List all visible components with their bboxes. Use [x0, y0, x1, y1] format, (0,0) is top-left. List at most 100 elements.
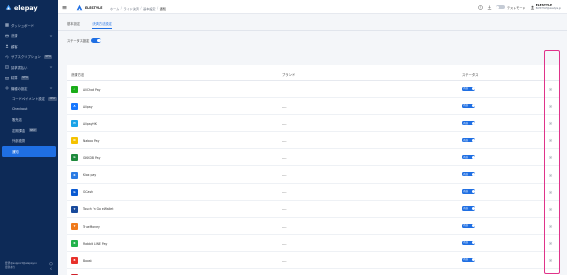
payment-method-name: AlipayHK [83, 121, 97, 126]
chevron-down-icon [49, 87, 53, 89]
gear-icon[interactable] [548, 241, 553, 246]
status-toggle[interactable]: 有効 [462, 86, 476, 91]
gear-icon[interactable] [548, 87, 553, 92]
sidebar-subitem-2[interactable]: 販売店 [0, 115, 58, 126]
payment-brand: ---- [282, 104, 287, 109]
collapse-icon[interactable] [49, 267, 53, 271]
table-row: B Boost ---- 有効 [67, 252, 560, 270]
status-toggle[interactable]: 有効 [462, 240, 476, 245]
status-switch[interactable] [469, 206, 476, 211]
payment-method-name: TrueMoney [83, 224, 100, 229]
breadcrumb-settings[interactable]: 基本設定 [143, 6, 155, 11]
status-toggle[interactable]: 有効 [462, 223, 476, 228]
user-email: ELESTYLE@elestyle.jp [535, 7, 561, 10]
sidebar-subitem-3[interactable]: 定期課金 NEW [0, 125, 58, 136]
sidebar-item-3[interactable]: サブスクリプション NEW [0, 52, 58, 63]
status-toggle[interactable]: 有効 [462, 257, 476, 262]
status-toggle[interactable]: 有効 [462, 206, 476, 211]
update-text: 更新あり [5, 265, 16, 269]
sidebar-item-6[interactable]: 機種の設定 [0, 83, 58, 94]
status-label: 有効 [462, 86, 470, 91]
sidebar-item-label: 顧客 [11, 44, 18, 49]
dashboard-icon [5, 23, 9, 27]
status-toggle[interactable]: 有効 [462, 138, 476, 143]
gear-icon[interactable] [548, 121, 553, 126]
status-switch[interactable] [469, 120, 476, 126]
gear-icon[interactable] [548, 207, 553, 212]
settings-tabs: 基本設定 決済方法設定 [67, 21, 112, 29]
store-name[interactable]: ELESTYLE [85, 6, 102, 10]
sidebar-subitem-5[interactable]: 通知 [2, 146, 56, 157]
payment-method-name: GKKDB Pay [83, 156, 101, 161]
sidebar-item-5[interactable]: 精算 NEW [0, 73, 58, 84]
sidebar-subitem-1[interactable]: Checkout [0, 104, 58, 115]
gear-icon[interactable] [548, 104, 553, 109]
sidebar-item-label: 請求書払い [11, 65, 28, 70]
status-switch[interactable] [469, 86, 476, 91]
sidebar-item-label: サブスクリプション [11, 55, 41, 60]
store-logo-icon [76, 4, 83, 10]
payment-brand: ---- [282, 241, 287, 246]
tab-payment-methods[interactable]: 決済方法設定 [92, 21, 112, 29]
sidebar-item-label: 決済 [11, 34, 18, 39]
user-menu[interactable]: ELESTYLE ELESTYLE@elestyle.jp [530, 4, 561, 10]
new-badge: NEW [28, 128, 37, 133]
customer-icon [5, 44, 9, 48]
status-switch[interactable] [469, 172, 476, 177]
gear-icon[interactable] [548, 138, 553, 143]
status-switch[interactable] [469, 103, 476, 109]
status-switch[interactable] [469, 240, 476, 245]
brand-logo[interactable]: elepay [5, 3, 38, 12]
table-row: G GKKDB Pay ---- 有効 [67, 149, 560, 167]
gear-icon[interactable] [548, 258, 553, 263]
breadcrumb-ride[interactable]: ライド決済 [123, 6, 138, 11]
sidebar-subitem-label: コードペイメント設定 [12, 97, 45, 102]
sidebar-subitem-label: 通知 [12, 149, 19, 154]
status-toggle[interactable]: 有効 [462, 103, 476, 109]
sidebar-subitem-4[interactable]: 外部連携 [0, 136, 58, 147]
payment-method-name: Touch 'n Go eWallet [83, 207, 114, 212]
gear-icon[interactable] [548, 190, 553, 195]
status-switch[interactable] [469, 189, 476, 194]
table-row: R Rabbit LINE Pay ---- 有効 [67, 235, 560, 252]
sidebar-item-label: 精算 [11, 76, 18, 81]
gear-icon[interactable] [548, 173, 553, 178]
new-badge: NEW [44, 54, 53, 59]
menu-icon[interactable] [62, 5, 67, 10]
status-label: 有効 [462, 172, 470, 177]
gear-icon[interactable] [548, 155, 553, 160]
status-label: 有効 [462, 223, 470, 228]
sidebar-item-2[interactable]: 顧客 [0, 41, 58, 52]
status-toggle[interactable]: 有効 [462, 189, 476, 194]
payment-brand: ---- [282, 173, 287, 178]
sidebar-subitem-label: 定期課金 [12, 128, 26, 133]
breadcrumb-home[interactable]: ホーム [110, 6, 119, 11]
payment-logo-icon: K [71, 171, 78, 179]
sidebar: elepay ダッシュボード 決済 顧客 サブスクリプション NEW 請求書払い 精算 NEW… [0, 0, 58, 275]
status-setting-switch[interactable] [91, 38, 102, 43]
status-switch[interactable] [469, 155, 476, 160]
breadcrumb: ホーム / ライド決済 / 基本設定 / 通知 [110, 5, 166, 11]
status-toggle[interactable]: 有効 [462, 172, 476, 177]
table-row: K Kiox pay ---- 有効 [67, 167, 560, 184]
status-switch[interactable] [469, 257, 476, 262]
download-icon[interactable] [487, 5, 492, 10]
status-toggle[interactable]: 有効 [462, 120, 476, 126]
chevron-down-icon [49, 66, 53, 68]
tab-basic-settings[interactable]: 基本設定 [67, 21, 80, 29]
gear-icon[interactable] [548, 224, 553, 229]
sidebar-item-0[interactable]: ダッシュボード [0, 20, 58, 31]
test-mode-toggle[interactable] [495, 5, 505, 9]
status-switch[interactable] [469, 138, 476, 143]
status-switch[interactable] [469, 223, 476, 228]
payment-logo-icon: H [71, 120, 78, 128]
sidebar-subitem-0[interactable]: コードペイメント設定 NEW [0, 94, 58, 105]
status-toggle[interactable]: 有効 [462, 155, 476, 160]
elepay-logo-icon [5, 4, 12, 10]
help-icon[interactable]: ? [478, 4, 483, 10]
language-icon[interactable] [49, 262, 53, 266]
sidebar-item-4[interactable]: 請求書払い [0, 62, 58, 73]
svg-text:?: ? [480, 5, 482, 9]
payment-logo-icon: T [71, 205, 78, 213]
sidebar-item-1[interactable]: 決済 [0, 31, 58, 42]
